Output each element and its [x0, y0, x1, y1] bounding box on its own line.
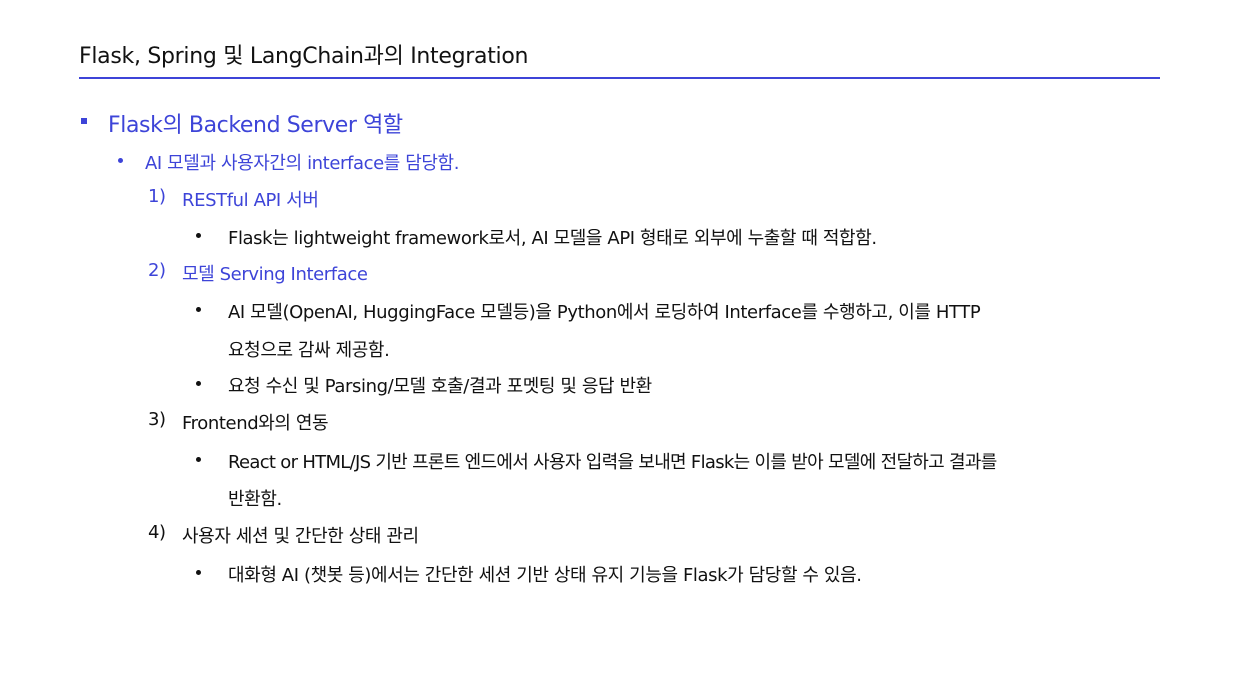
item-bullet-text: React or HTML/JS 기반 프론트 엔드에서 사용자 입력을 보내면… — [228, 452, 997, 473]
item-bullet-text: Flask는 lightweight framework로서, AI 모델을 A… — [228, 228, 877, 249]
item-label: RESTful API 서버 — [182, 190, 319, 211]
round-bullet-icon — [196, 570, 201, 575]
square-bullet-icon — [81, 118, 87, 124]
title-divider — [79, 77, 1160, 79]
item-label: 사용자 세션 및 간단한 상태 관리 — [182, 526, 419, 547]
round-bullet-icon — [196, 233, 201, 238]
item-bullet-text: AI 모델(OpenAI, HuggingFace 모델등)을 Python에서… — [228, 302, 981, 323]
round-bullet-icon — [196, 307, 201, 312]
item-number: 3) — [148, 409, 166, 430]
slide-title: Flask, Spring 및 LangChain과의 Integration — [79, 44, 529, 69]
round-bullet-icon — [196, 457, 201, 462]
item-bullet-text-continued: 반환함. — [228, 489, 282, 510]
round-bullet-icon — [118, 158, 123, 163]
item-bullet-text: 대화형 AI (챗봇 등)에서는 간단한 세션 기반 상태 유지 기능을 Fla… — [228, 565, 862, 586]
item-number: 4) — [148, 522, 166, 543]
item-bullet-text: 요청 수신 및 Parsing/모델 호출/결과 포멧팅 및 응답 반환 — [228, 376, 652, 397]
item-label: 모델 Serving Interface — [182, 264, 368, 285]
item-bullet-text-continued: 요청으로 감싸 제공함. — [228, 340, 390, 361]
item-number: 1) — [148, 186, 166, 207]
round-bullet-icon — [196, 381, 201, 386]
section-subpoint: AI 모델과 사용자간의 interface를 담당함. — [145, 153, 460, 174]
item-number: 2) — [148, 260, 166, 281]
item-label: Frontend와의 연동 — [182, 413, 329, 434]
section-heading: Flask의 Backend Server 역할 — [108, 113, 403, 138]
